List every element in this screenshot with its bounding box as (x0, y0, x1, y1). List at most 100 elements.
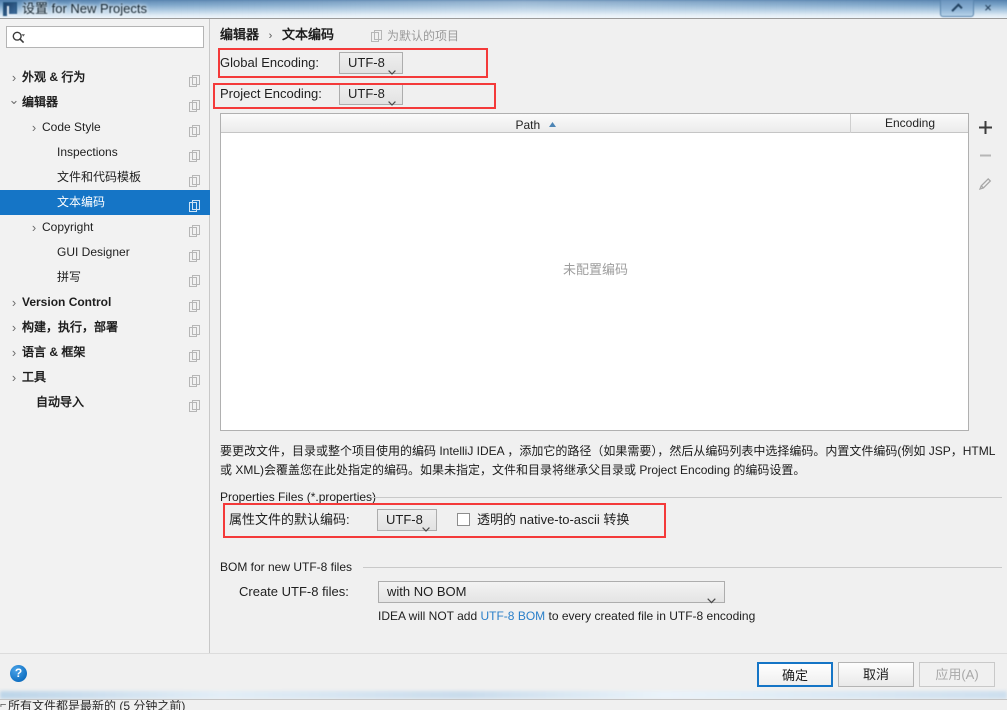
apply-button: 应用(A) (919, 662, 995, 687)
help-icon[interactable]: ? (10, 665, 27, 682)
ide-background-strip (0, 691, 1007, 699)
table-header-row: Path Encoding (221, 114, 968, 133)
copy-settings-icon[interactable] (189, 71, 200, 87)
sidebar-item-11[interactable]: › 语言 & 框架 (0, 340, 210, 365)
bom-hint: IDEA will NOT add UTF-8 BOM to every cre… (378, 608, 755, 624)
sort-ascending-icon (548, 114, 556, 127)
copy-settings-icon[interactable] (189, 296, 200, 312)
titlebar-gloss (0, 0, 1007, 18)
global-encoding-combobox[interactable]: UTF-8 (339, 52, 403, 75)
copy-settings-icon[interactable] (189, 346, 200, 362)
column-header-encoding[interactable]: Encoding (852, 114, 968, 133)
chevron-down-icon (388, 61, 396, 75)
sidebar-item-7[interactable]: GUI Designer (0, 240, 210, 265)
sidebar-item-9[interactable]: › Version Control (0, 290, 210, 315)
copy-settings-icon[interactable] (189, 396, 200, 412)
chevron-down-icon (707, 590, 716, 604)
sidebar-item-label: Version Control (22, 295, 112, 309)
copy-settings-icon[interactable] (189, 246, 200, 262)
sidebar-item-13[interactable]: 自动导入 (0, 390, 210, 415)
table-empty-message: 未配置编码 (562, 262, 628, 277)
sidebar-item-label: 工具 (22, 370, 47, 384)
chevron-right-icon[interactable]: › (27, 115, 41, 140)
sidebar-item-label: 语言 & 框架 (22, 345, 86, 359)
cancel-button[interactable]: 取消 (838, 662, 914, 687)
sidebar-item-label: Inspections (57, 145, 118, 159)
bom-hint-suffix: to every created file in UTF-8 encoding (545, 609, 756, 623)
copy-settings-icon[interactable] (189, 146, 200, 162)
sidebar-item-6[interactable]: › Copyright (0, 215, 210, 240)
add-icon (979, 121, 992, 134)
sidebar-item-label: 自动导入 (36, 395, 85, 409)
intellij-idea-icon (3, 2, 17, 16)
properties-encoding-row: 属性文件的默认编码: UTF-8 透明的 native-to-ascii 转换 (229, 509, 749, 532)
search-input[interactable] (33, 27, 201, 47)
chevron-right-icon[interactable]: › (7, 290, 21, 315)
sidebar-item-4[interactable]: 文件和代码模板 (0, 165, 210, 190)
sidebar-item-2[interactable]: › Code Style (0, 115, 210, 140)
sidebar-item-8[interactable]: 拼写 (0, 265, 210, 290)
status-check-icon: ⌐ (0, 699, 7, 710)
window-restore-button[interactable] (940, 0, 974, 17)
settings-content-panel: 编辑器 › 文本编码 为默认的项目 Global Encoding: UTF-8 (211, 19, 1007, 653)
copy-settings-icon[interactable] (189, 371, 200, 387)
for-default-project-label: 为默认的项目 (387, 29, 460, 43)
table-toolbar (971, 113, 1003, 431)
chevron-right-icon[interactable]: › (27, 215, 41, 240)
encodings-table: Path Encoding 未配置编码 (220, 113, 969, 431)
ide-status-text: 所有文件都是最新的 (5 分钟之前) (8, 699, 186, 710)
copy-settings-icon[interactable] (189, 121, 200, 137)
project-encoding-label: Project Encoding: (220, 86, 322, 101)
project-encoding-combobox[interactable]: UTF-8 (339, 83, 403, 106)
copy-settings-icon[interactable] (189, 196, 200, 212)
project-encoding-row: Project Encoding: UTF-8 (220, 83, 740, 106)
window-titlebar: 设置 for New Projects × (0, 0, 1007, 18)
remove-path-button[interactable] (971, 141, 1001, 169)
sidebar-item-5[interactable]: 文本编码 (0, 190, 210, 215)
bom-group-title: BOM for new UTF-8 files (220, 560, 353, 574)
sidebar-item-3[interactable]: Inspections (0, 140, 210, 165)
native-to-ascii-checkbox[interactable] (457, 513, 470, 526)
sidebar-item-label: GUI Designer (57, 245, 130, 259)
table-body[interactable]: 未配置编码 (221, 133, 968, 430)
search-icon (12, 31, 25, 44)
copy-settings-icon[interactable] (189, 96, 200, 112)
sidebar-item-12[interactable]: › 工具 (0, 365, 210, 390)
chevron-right-icon[interactable]: › (7, 65, 21, 90)
sidebar-item-1[interactable]: ⌄ 编辑器 (0, 90, 210, 115)
copy-settings-icon[interactable] (189, 321, 200, 337)
chevron-down-icon[interactable]: ⌄ (7, 90, 21, 110)
properties-group-divider (371, 497, 1002, 498)
add-path-button[interactable] (971, 113, 1001, 141)
chevron-right-icon[interactable]: › (7, 315, 21, 340)
dialog-footer: ? 确定 取消 应用(A) (0, 653, 1007, 692)
global-encoding-value: UTF-8 (348, 55, 385, 70)
sidebar-item-0[interactable]: › 外观 & 行为 (0, 65, 210, 90)
properties-encoding-combobox[interactable]: UTF-8 (377, 509, 437, 532)
edit-path-button[interactable] (971, 169, 1001, 197)
ok-button[interactable]: 确定 (757, 662, 833, 687)
window-title: 设置 for New Projects (22, 1, 147, 16)
column-header-encoding-label: Encoding (884, 116, 936, 130)
edit-pencil-icon (978, 177, 992, 191)
search-box[interactable] (6, 26, 204, 48)
search-container (6, 26, 204, 48)
global-encoding-row: Global Encoding: UTF-8 (220, 52, 740, 75)
close-icon[interactable]: × (977, 1, 999, 16)
column-header-path[interactable]: Path (221, 114, 851, 133)
copy-settings-icon[interactable] (189, 221, 200, 237)
chevron-down-icon (388, 92, 396, 106)
chevron-right-icon[interactable]: › (7, 365, 21, 390)
bom-create-row: Create UTF-8 files: with NO BOM (239, 581, 879, 604)
sidebar-item-label: 文件和代码模板 (57, 170, 142, 184)
properties-encoding-label: 属性文件的默认编码: (229, 512, 350, 527)
bom-create-combobox[interactable]: with NO BOM (378, 581, 725, 604)
chevron-right-icon[interactable]: › (7, 340, 21, 365)
sidebar-item-10[interactable]: › 构建，执行，部署 (0, 315, 210, 340)
utf8-bom-link[interactable]: UTF-8 BOM (480, 609, 545, 623)
copy-settings-icon[interactable] (189, 171, 200, 187)
copy-settings-icon[interactable] (371, 30, 382, 46)
breadcrumb-root[interactable]: 编辑器 (220, 27, 259, 42)
copy-settings-icon[interactable] (189, 271, 200, 287)
sidebar-item-label: 编辑器 (22, 95, 59, 109)
